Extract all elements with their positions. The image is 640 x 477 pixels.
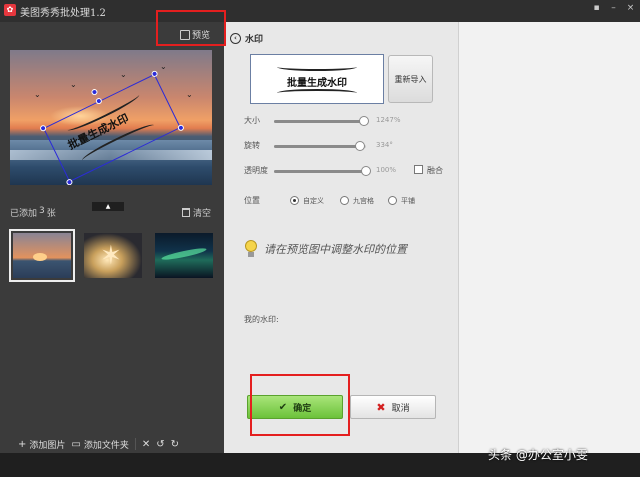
slider-fill xyxy=(274,145,360,148)
bird-icon: ⌄ xyxy=(186,90,193,99)
delete-icon[interactable]: ✕ xyxy=(142,439,150,450)
rotate-left-icon[interactable]: ↺ xyxy=(156,439,164,450)
resize-handle[interactable] xyxy=(94,97,103,106)
radio-grid[interactable] xyxy=(340,196,349,205)
radio-custom[interactable] xyxy=(290,196,299,205)
size-slider[interactable] xyxy=(274,116,370,126)
opacity-slider[interactable] xyxy=(274,166,371,176)
cross-icon: ✖ xyxy=(376,400,386,414)
resize-handle[interactable] xyxy=(176,123,185,132)
add-folder-button[interactable]: ▭ 添加文件夹 xyxy=(71,438,128,451)
rotate-slider[interactable] xyxy=(274,141,366,151)
window-title: 美图秀秀批处理1.2 xyxy=(20,8,106,19)
opacity-slider-row: 透明度 100% 融合 xyxy=(244,165,454,177)
thumbnail-sparkle[interactable]: ✶ xyxy=(84,233,142,278)
slider-thumb[interactable] xyxy=(361,166,371,176)
collapse-toggle[interactable]: ▲ xyxy=(92,202,124,211)
my-watermark-label: 我的水印: xyxy=(244,315,279,324)
watermark-preview: 批量生成水印 xyxy=(250,54,384,104)
slider-thumb[interactable] xyxy=(359,116,370,126)
reimport-button[interactable]: 重新导入 xyxy=(388,55,433,103)
rotate-handle[interactable] xyxy=(90,88,99,97)
section-title: 水印 xyxy=(245,35,264,45)
preview-image[interactable]: ⌄ ⌄ ⌄ ⌄ ⌄ 批量生成水印 xyxy=(10,50,212,185)
watermark-flourish xyxy=(277,89,357,97)
close-icon[interactable]: × xyxy=(625,3,636,14)
position-label: 位置 xyxy=(244,196,260,205)
position-row: 位置 自定义 九宫格 平铺 xyxy=(244,195,454,207)
plus-icon: + xyxy=(18,438,27,450)
blend-checkbox[interactable] xyxy=(414,165,423,174)
rotate-slider-row: 旋转 334° xyxy=(244,140,454,152)
slider-label: 透明度 xyxy=(244,166,268,175)
thumbnail-aurora[interactable] xyxy=(155,233,213,278)
toolbar-divider xyxy=(134,438,136,450)
slider-fill xyxy=(274,170,366,173)
aurora-shape xyxy=(160,246,208,262)
star-icon: ✶ xyxy=(100,241,122,271)
radio-custom-label: 自定义 xyxy=(303,197,324,205)
minimize-icon[interactable]: – xyxy=(608,3,619,14)
slider-label: 旋转 xyxy=(244,141,260,150)
blank-area xyxy=(458,22,640,453)
skin-icon[interactable]: ▪ xyxy=(591,3,602,14)
blend-label: 融合 xyxy=(427,166,443,175)
clear-button[interactable]: 清空 xyxy=(182,206,211,219)
bird-icon: ⌄ xyxy=(120,70,127,79)
window-controls: ▪ – × xyxy=(591,3,636,14)
hint-text: 请在预览图中调整水印的位置 xyxy=(264,243,407,256)
watermark-flourish xyxy=(277,63,357,71)
back-icon[interactable]: ‹ xyxy=(230,33,241,44)
highlight-ok xyxy=(250,374,350,436)
app-logo-icon: ✿ xyxy=(4,4,16,16)
added-count: 已添加 3 张 xyxy=(10,206,56,219)
slider-value: 1247% xyxy=(376,116,401,124)
watermark-preview-text: 批量生成水印 xyxy=(287,78,347,89)
bird-icon: ⌄ xyxy=(160,62,167,71)
folder-icon: ▭ xyxy=(71,438,81,450)
source-credit: 头条 @办公室小雯 xyxy=(488,448,588,462)
app-window: ✿ 美图秀秀批处理1.2 ▪ – × 预览 ⌄ ⌄ ⌄ ⌄ ⌄ 批量生成水印 已… xyxy=(0,0,640,477)
bird-icon: ⌄ xyxy=(70,80,77,89)
add-image-button[interactable]: + 添加图片 xyxy=(18,438,65,451)
title-bar: ✿ 美图秀秀批处理1.2 ▪ – × xyxy=(0,0,640,22)
thumbnail-sunset[interactable] xyxy=(9,229,75,282)
bird-icon: ⌄ xyxy=(34,90,41,99)
slider-value: 100% xyxy=(376,166,397,174)
resize-handle[interactable] xyxy=(39,124,48,133)
slider-thumb[interactable] xyxy=(354,141,365,151)
highlight-preview xyxy=(156,10,226,46)
radio-tile-label: 平铺 xyxy=(401,197,415,205)
slider-fill xyxy=(274,120,365,123)
lightbulb-icon xyxy=(244,240,258,258)
section-header: ‹ 水印 xyxy=(230,32,263,45)
slider-value: 334° xyxy=(376,141,393,149)
resize-handle[interactable] xyxy=(150,69,159,78)
rotate-right-icon[interactable]: ↻ xyxy=(171,439,179,450)
radio-grid-label: 九宫格 xyxy=(353,197,374,205)
hint: 请在预览图中调整水印的位置 xyxy=(244,240,407,258)
slider-label: 大小 xyxy=(244,116,260,125)
left-panel: 预览 ⌄ ⌄ ⌄ ⌄ ⌄ 批量生成水印 已添加 3 张 ▲ 清空 ✶ + 添加图… xyxy=(0,22,224,455)
trash-icon xyxy=(182,208,190,217)
cancel-button[interactable]: ✖ 取消 xyxy=(350,395,436,419)
radio-tile[interactable] xyxy=(388,196,397,205)
sun-shape xyxy=(33,253,47,261)
size-slider-row: 大小 1247% xyxy=(244,115,454,127)
